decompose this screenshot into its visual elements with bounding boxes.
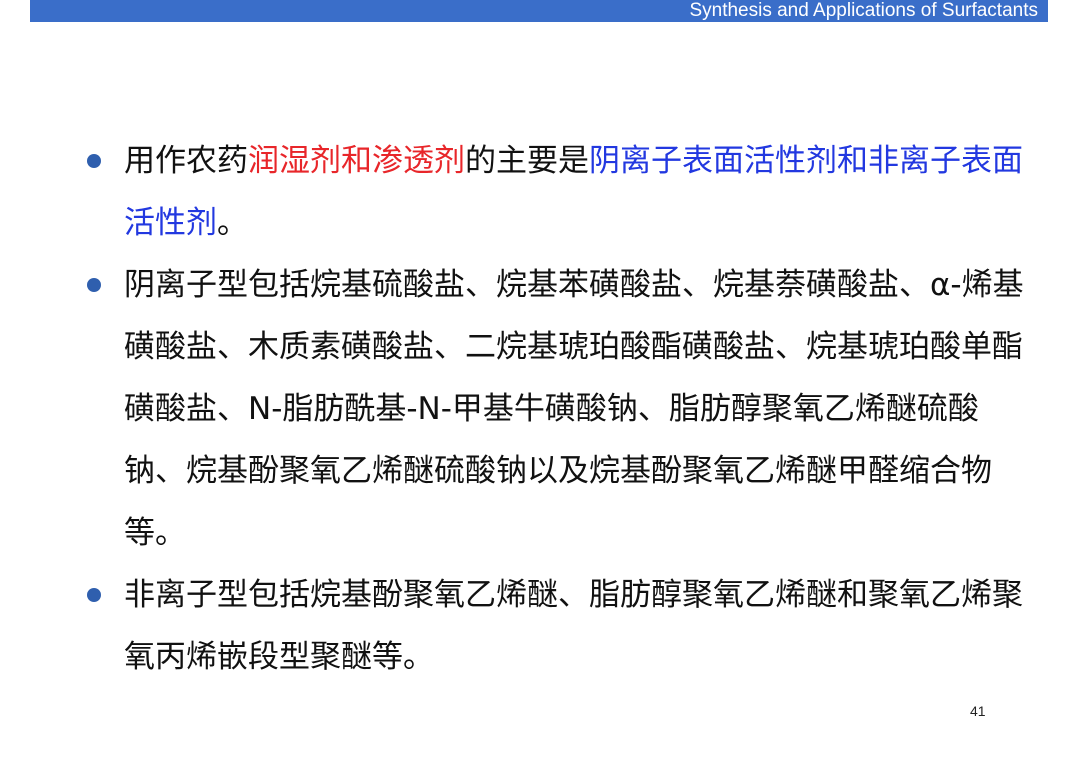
bullet-2-text: 阴离子型包括烷基硫酸盐、烷基苯磺酸盐、烷基萘磺酸盐、α-烯基磺酸盐、木质素磺酸盐… — [124, 267, 1024, 551]
slide-content: 用作农药润湿剂和渗透剂的主要是阴离子表面活性剂和非离子表面活性剂。 阴离子型包括… — [84, 130, 1024, 688]
page-number: 41 — [970, 703, 986, 719]
bullet-item-3: 非离子型包括烷基酚聚氧乙烯醚、脂肪醇聚氧乙烯醚和聚氧乙烯聚氧丙烯嵌段型聚醚等。 — [84, 564, 1024, 688]
bullet-3-text: 非离子型包括烷基酚聚氧乙烯醚、脂肪醇聚氧乙烯醚和聚氧乙烯聚氧丙烯嵌段型聚醚等。 — [124, 577, 1023, 675]
bullet-dot-icon — [87, 154, 101, 168]
bullet-1-text-c: 。 — [217, 205, 248, 241]
header-title: Synthesis and Applications of Surfactant… — [689, 0, 1038, 21]
bullet-1-text-a: 用作农药 — [124, 143, 248, 179]
bullet-1-text-b: 的主要是 — [465, 143, 589, 179]
bullet-dot-icon — [87, 588, 101, 602]
bullet-item-2: 阴离子型包括烷基硫酸盐、烷基苯磺酸盐、烷基萘磺酸盐、α-烯基磺酸盐、木质素磺酸盐… — [84, 254, 1024, 564]
bullet-dot-icon — [87, 278, 101, 292]
bullet-item-1: 用作农药润湿剂和渗透剂的主要是阴离子表面活性剂和非离子表面活性剂。 — [84, 130, 1024, 254]
bullet-1-highlight-red: 润湿剂和渗透剂 — [248, 143, 465, 179]
header-bar: Synthesis and Applications of Surfactant… — [30, 0, 1048, 22]
